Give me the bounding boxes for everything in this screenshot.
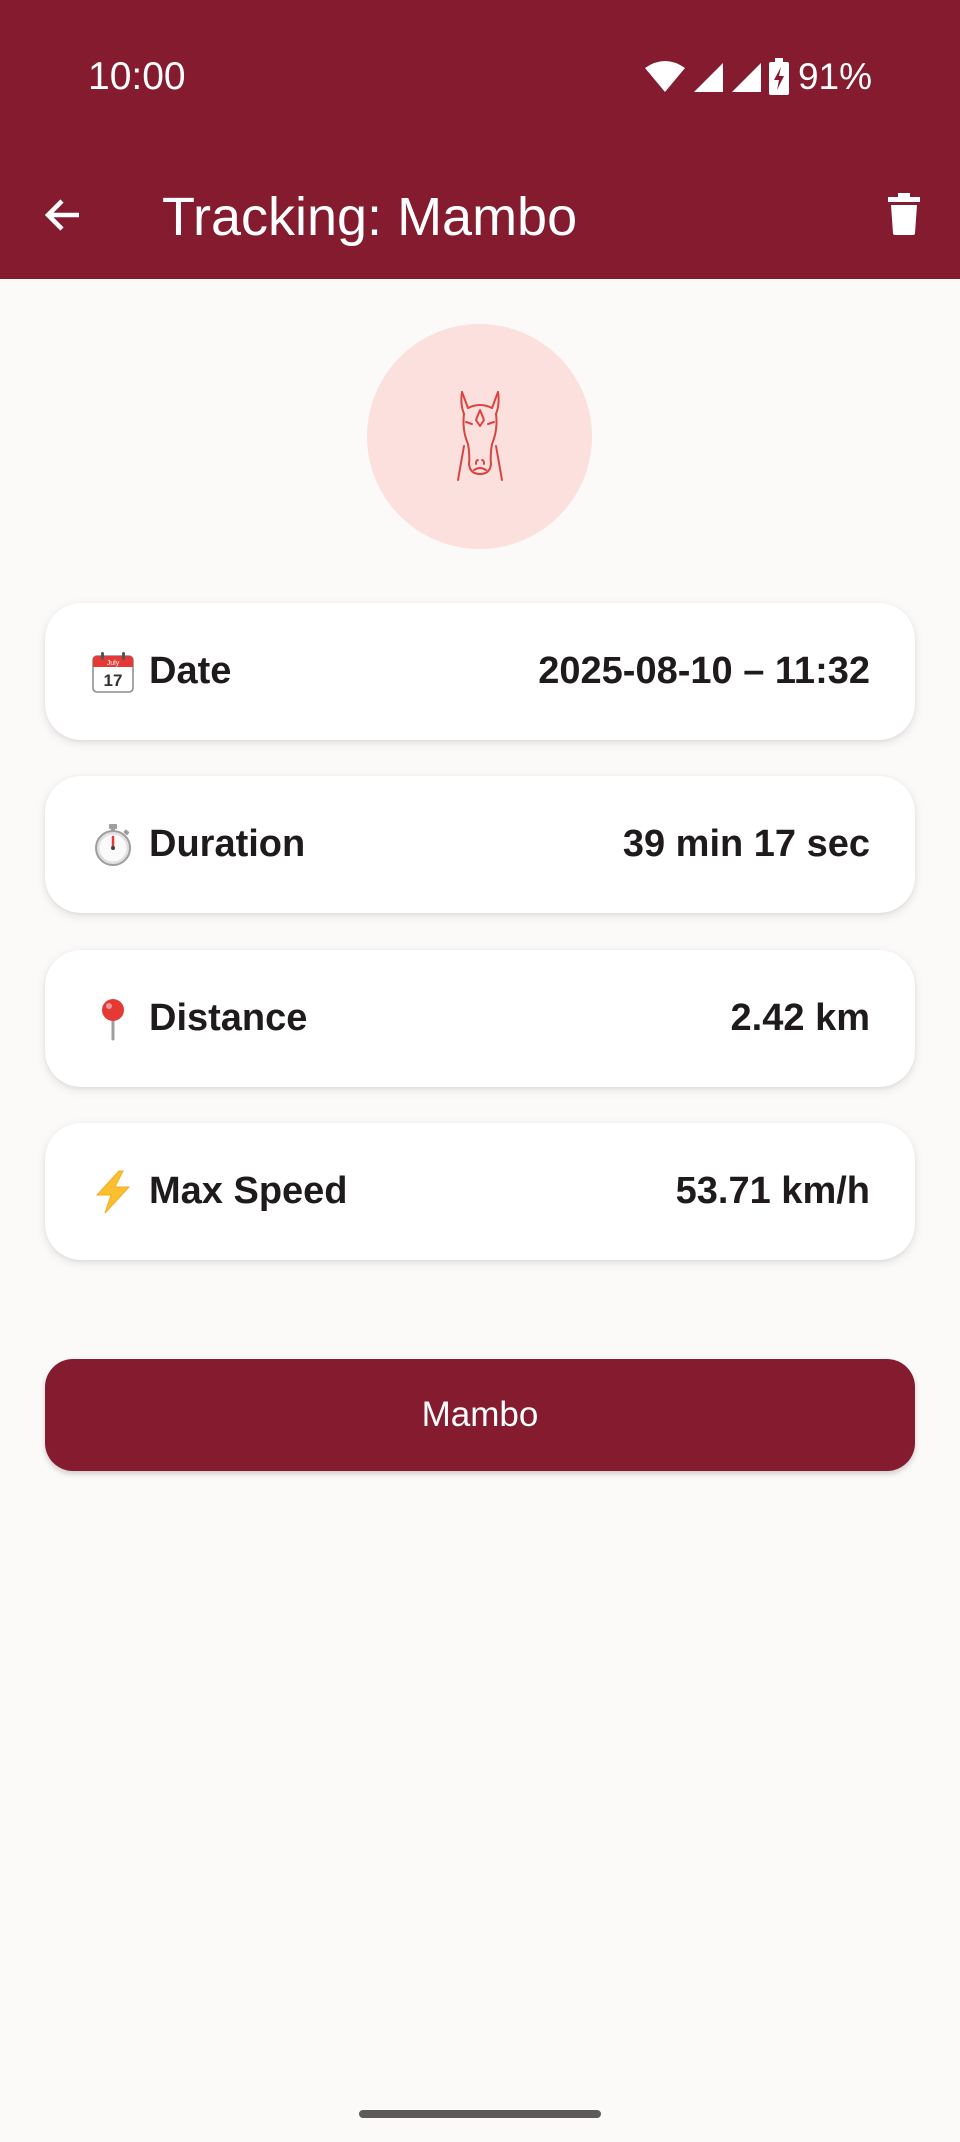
- app-bar: Tracking: Mambo: [0, 155, 960, 279]
- pin-icon: [90, 996, 136, 1042]
- arrow-back-icon: [43, 195, 83, 240]
- trash-icon: [888, 192, 920, 240]
- stat-label: Duration: [149, 823, 306, 865]
- stopwatch-icon: [90, 822, 136, 868]
- calendar-day: 17: [104, 671, 123, 690]
- calendar-icon: July 17: [90, 649, 136, 695]
- horse-name-button[interactable]: Mambo: [45, 1359, 915, 1471]
- lightning-icon: [90, 1169, 136, 1215]
- stat-value: 2025-08-10 – 11:32: [538, 650, 870, 692]
- stat-value: 53.71 km/h: [675, 1170, 870, 1212]
- status-time: 10:00: [88, 55, 186, 98]
- stat-card-duration: Duration 39 min 17 sec: [45, 776, 915, 913]
- horse-head-icon: [452, 386, 508, 487]
- horse-avatar: [367, 324, 592, 549]
- wifi-icon: [644, 60, 686, 94]
- battery-charging-icon: [768, 58, 790, 96]
- stat-card-date: July 17 Date 2025-08-10 – 11:32: [45, 603, 915, 740]
- home-indicator[interactable]: [359, 2110, 601, 2118]
- stat-label: Distance: [149, 997, 308, 1039]
- status-icons: 91%: [644, 52, 872, 102]
- stat-card-max-speed: Max Speed 53.71 km/h: [45, 1123, 915, 1260]
- battery-percentage: 91%: [797, 56, 872, 97]
- signal-icon: [730, 61, 762, 93]
- calendar-month: July: [107, 660, 120, 667]
- delete-button[interactable]: [874, 186, 934, 246]
- status-bar: 10:00 91%: [0, 0, 960, 155]
- back-button[interactable]: [33, 187, 93, 247]
- stat-label: Max Speed: [149, 1170, 348, 1212]
- page-title: Tracking: Mambo: [162, 187, 578, 247]
- stat-value: 39 min 17 sec: [622, 823, 870, 865]
- stat-value: 2.42 km: [730, 997, 870, 1039]
- stat-label: Date: [149, 650, 232, 692]
- signal-icon: [692, 61, 724, 93]
- stat-card-distance: Distance 2.42 km: [45, 950, 915, 1087]
